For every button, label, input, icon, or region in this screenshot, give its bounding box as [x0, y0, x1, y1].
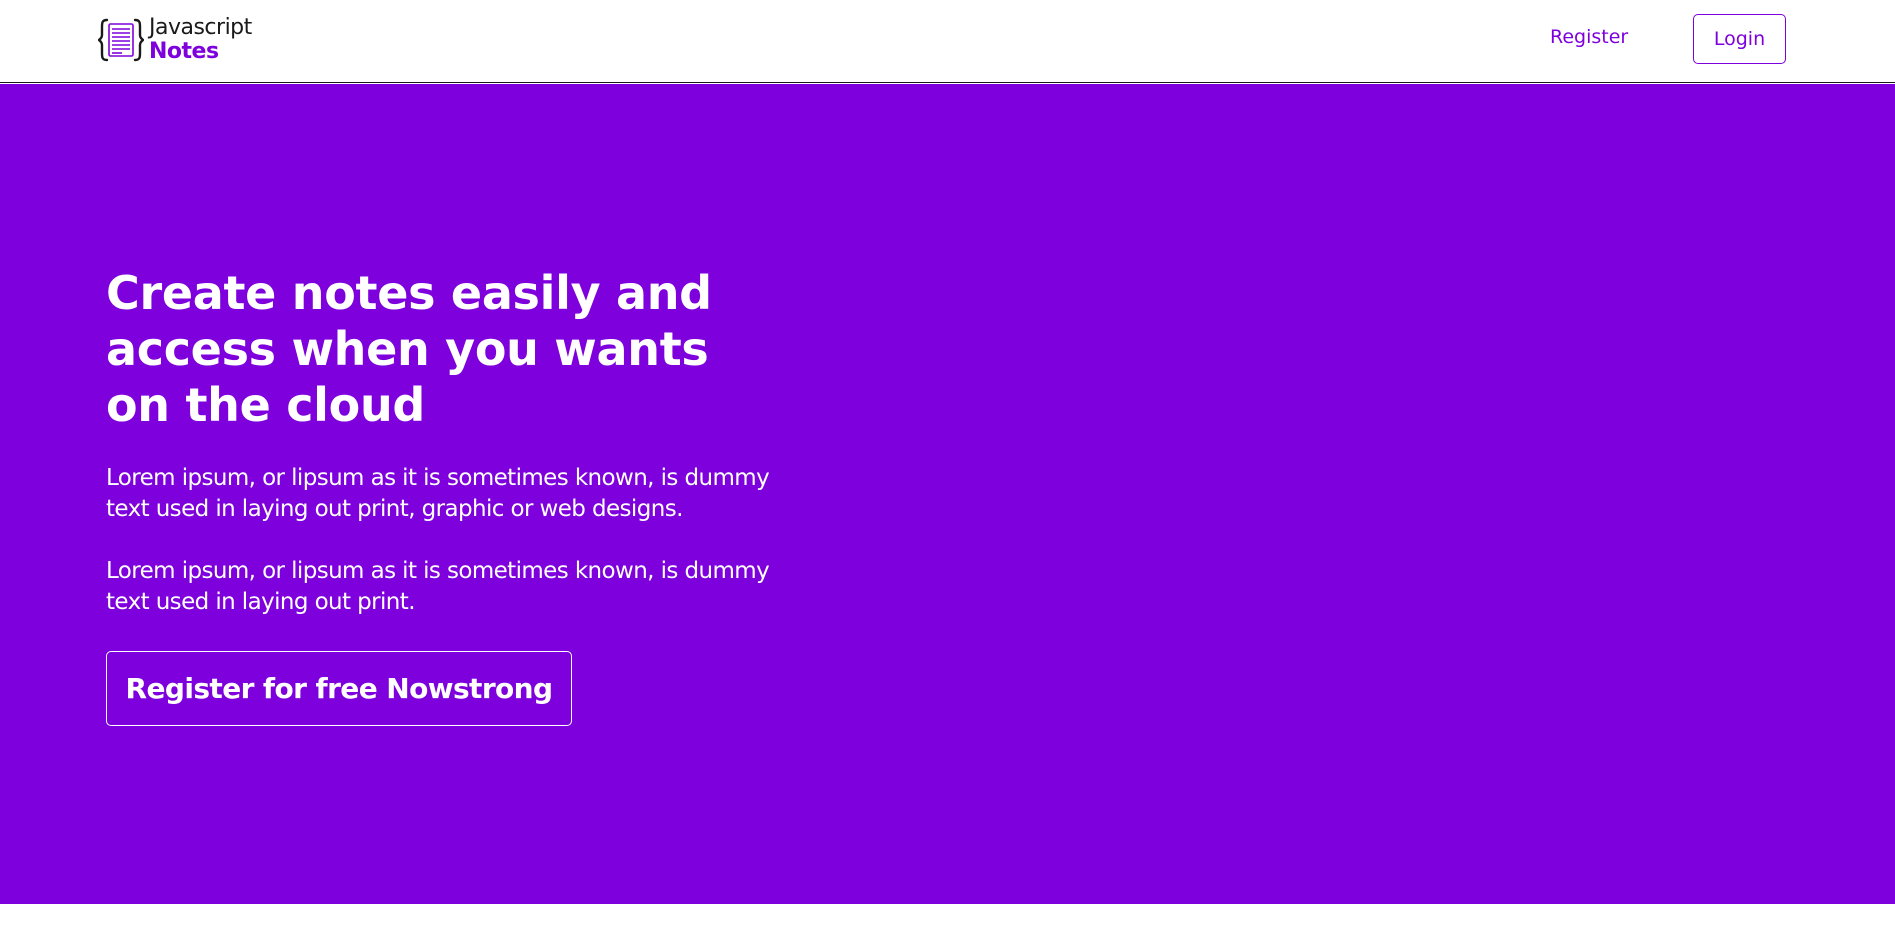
hero-title: Create notes easily and access when you …: [106, 266, 712, 432]
hero-paragraph-2: Lorem ipsum, or lipsum as it is sometime…: [106, 558, 770, 615]
nav-register-link[interactable]: Register: [1550, 26, 1628, 48]
note-braces-icon: [98, 18, 144, 62]
login-button[interactable]: Login: [1693, 14, 1786, 64]
navbar: Javascript Notes Register Login: [0, 0, 1895, 83]
hero-section: Create notes easily and access when you …: [0, 84, 1895, 904]
logo-text: Javascript Notes: [149, 17, 252, 63]
register-free-button[interactable]: Register for free Nowstrong: [106, 651, 572, 726]
logo-subtitle: Notes: [149, 39, 219, 64]
logo[interactable]: Javascript Notes: [98, 17, 252, 63]
logo-title: Javascript: [149, 15, 252, 40]
hero-paragraph-1: Lorem ipsum, or lipsum as it is sometime…: [106, 465, 770, 522]
hero-content: Create notes easily and access when you …: [106, 265, 806, 726]
